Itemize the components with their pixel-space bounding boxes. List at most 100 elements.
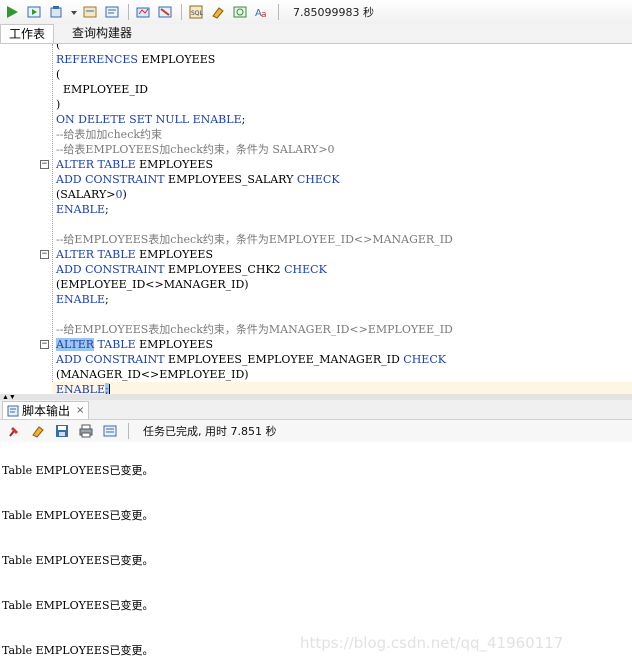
explain-plan-icon[interactable] — [104, 4, 120, 20]
output-line: Table EMPLOYEES已变更。 — [2, 554, 154, 567]
toolbar-separator — [128, 4, 129, 20]
code-keyword: ADD CONSTRAINT — [56, 173, 165, 186]
code-keyword: ENABLE — [56, 203, 106, 216]
script-output-label: 脚本输出 — [22, 404, 71, 418]
watermark: https://blog.csdn.net/qq_41960117 — [300, 634, 564, 652]
format-icon[interactable] — [232, 4, 248, 20]
code-text: EMPLOYEES — [135, 248, 213, 261]
tab-script-output[interactable]: 脚本输出 × — [2, 401, 90, 419]
code-line[interactable]: ENABLE; — [56, 202, 109, 217]
code-line[interactable]: (SALARY>0) — [56, 187, 127, 202]
code-keyword: TABLE — [94, 338, 136, 351]
fold-toggle-icon[interactable]: − — [40, 250, 49, 259]
code-text: ) — [122, 188, 127, 201]
history-icon[interactable]: SQL — [188, 4, 204, 20]
main-toolbar: SQL Aa 7.85099983 秒 — [0, 0, 632, 24]
code-line[interactable]: --给EMPLOYEES表加check约束，条件为EMPLOYEE_ID<>MA… — [56, 232, 453, 247]
code-text: EMPLOYEES_EMPLOYEE_MANAGER_ID — [164, 353, 404, 366]
code-line[interactable]: ADD CONSTRAINT EMPLOYEES_EMPLOYEE_MANAGE… — [56, 352, 446, 367]
output-line: Table EMPLOYEES已变更。 — [2, 464, 154, 477]
code-line[interactable]: EMPLOYEE_ID — [56, 82, 148, 97]
code-keyword: ALTER TABLE — [56, 248, 136, 261]
fold-toggle-icon[interactable]: − — [40, 340, 49, 349]
code-line[interactable]: ENABLE; — [56, 292, 109, 307]
fold-toggle-icon[interactable]: − — [40, 160, 49, 169]
close-icon[interactable]: × — [76, 405, 84, 416]
code-comment: --给表EMPLOYEES加check约束，条件为 SALARY>0 — [56, 143, 335, 156]
code-line[interactable]: (MANAGER_ID<>EMPLOYEE_ID) — [56, 367, 249, 382]
code-text: EMPLOYEE_ID — [56, 83, 148, 96]
code-keyword: CHECK — [403, 353, 446, 366]
output-line: Table EMPLOYEES已变更。 — [2, 599, 154, 612]
text-caret — [108, 384, 110, 394]
autotrace-icon[interactable] — [82, 4, 98, 20]
code-line[interactable]: ( — [56, 44, 60, 52]
code-text: EMPLOYEES — [135, 158, 213, 171]
code-comment: --给表加加check约束 — [56, 128, 163, 141]
code-line[interactable]: (EMPLOYEE_ID<>MANAGER_ID) — [56, 277, 249, 292]
code-line[interactable]: REFERENCES EMPLOYEES — [56, 52, 215, 67]
sql-tuning-icon[interactable] — [135, 4, 151, 20]
tab-query-builder[interactable]: 查询构建器 — [64, 24, 140, 43]
code-text: ( — [56, 68, 61, 81]
code-keyword: ADD CONSTRAINT — [56, 353, 165, 366]
svg-text:SQL: SQL — [191, 10, 203, 17]
code-line[interactable]: ON DELETE SET NULL ENABLE; — [56, 112, 245, 127]
worksheet-tabs: 工作表 查询构建器 — [0, 24, 632, 44]
code-line[interactable]: ( — [56, 67, 60, 82]
code-keyword: REFERENCES — [56, 53, 138, 66]
code-line[interactable]: ALTER TABLE EMPLOYEES — [56, 157, 213, 172]
clear-icon[interactable] — [157, 4, 173, 20]
save-icon[interactable] — [54, 423, 70, 439]
code-keyword: CHECK — [296, 173, 340, 186]
translate-icon[interactable]: Aa — [254, 4, 270, 20]
run-script-icon[interactable] — [26, 4, 42, 20]
code-text: (EMPLOYEE_ID<>MANAGER_ID) — [56, 278, 249, 291]
tab-worksheet[interactable]: 工作表 — [0, 24, 55, 43]
output-tabbar: 脚本输出 × — [0, 400, 632, 420]
code-comment: --给EMPLOYEES表加check约束，条件为MANAGER_ID<>EMP… — [56, 323, 453, 336]
open-file-icon[interactable] — [102, 423, 118, 439]
code-comment: --给EMPLOYEES表加check约束，条件为EMPLOYEE_ID<>MA… — [56, 233, 453, 246]
code-line[interactable]: ADD CONSTRAINT EMPLOYEES_SALARY CHECK — [56, 172, 340, 187]
eraser-icon[interactable] — [210, 4, 226, 20]
pin-icon[interactable] — [6, 423, 22, 439]
code-line[interactable]: ALTER TABLE EMPLOYEES — [56, 247, 213, 262]
code-line[interactable]: ADD CONSTRAINT EMPLOYEES_CHK2 CHECK — [56, 262, 327, 277]
toolbar-separator — [278, 4, 279, 20]
code-keyword: ENABLE — [56, 293, 106, 306]
print-icon[interactable] — [78, 423, 94, 439]
code-text: EMPLOYEES_SALARY — [164, 173, 297, 186]
commit-icon[interactable] — [48, 4, 64, 20]
code-line[interactable]: --给EMPLOYEES表加check约束，条件为MANAGER_ID<>EMP… — [56, 322, 453, 337]
code-text: EMPLOYEES — [137, 53, 216, 66]
script-output-area: https://blog.csdn.net/qq_41960117 Table … — [0, 442, 632, 659]
code-keyword: ON DELETE SET NULL ENABLE — [56, 113, 242, 126]
code-text: ; — [105, 293, 109, 306]
rollback-icon[interactable] — [70, 4, 78, 20]
code-line[interactable]: --给表加加check约束 — [56, 127, 162, 142]
output-line: Table EMPLOYEES已变更。 — [2, 509, 154, 522]
code-keyword: ALTER — [56, 338, 95, 351]
code-text: ; — [105, 203, 109, 216]
editor-gutter — [52, 44, 53, 394]
code-keyword: ENABLE — [56, 383, 106, 394]
code-keyword: ALTER TABLE — [56, 158, 136, 171]
code-line[interactable]: ALTER TABLE EMPLOYEES — [56, 337, 213, 352]
code-text: (SALARY> — [56, 188, 116, 201]
code-text: ; — [241, 113, 246, 126]
code-keyword: CHECK — [284, 263, 327, 276]
code-line[interactable]: --给表EMPLOYEES加check约束，条件为 SALARY>0 — [56, 142, 335, 157]
code-text: (MANAGER_ID<>EMPLOYEE_ID) — [56, 368, 249, 381]
code-line[interactable]: ENABLE; — [52, 382, 632, 394]
run-icon[interactable] — [4, 4, 20, 20]
eraser-icon[interactable] — [30, 423, 46, 439]
elapsed-time: 7.85099983 秒 — [293, 6, 374, 19]
code-text: EMPLOYEES — [135, 338, 213, 351]
svg-text:a: a — [261, 10, 267, 19]
toolbar-separator — [181, 4, 182, 20]
code-text: ( — [56, 44, 61, 51]
sql-editor[interactable]: (REFERENCES EMPLOYEES( EMPLOYEE_ID) ON DE… — [0, 44, 632, 394]
code-line[interactable]: ) — [56, 97, 60, 112]
code-text: ) — [56, 98, 61, 111]
